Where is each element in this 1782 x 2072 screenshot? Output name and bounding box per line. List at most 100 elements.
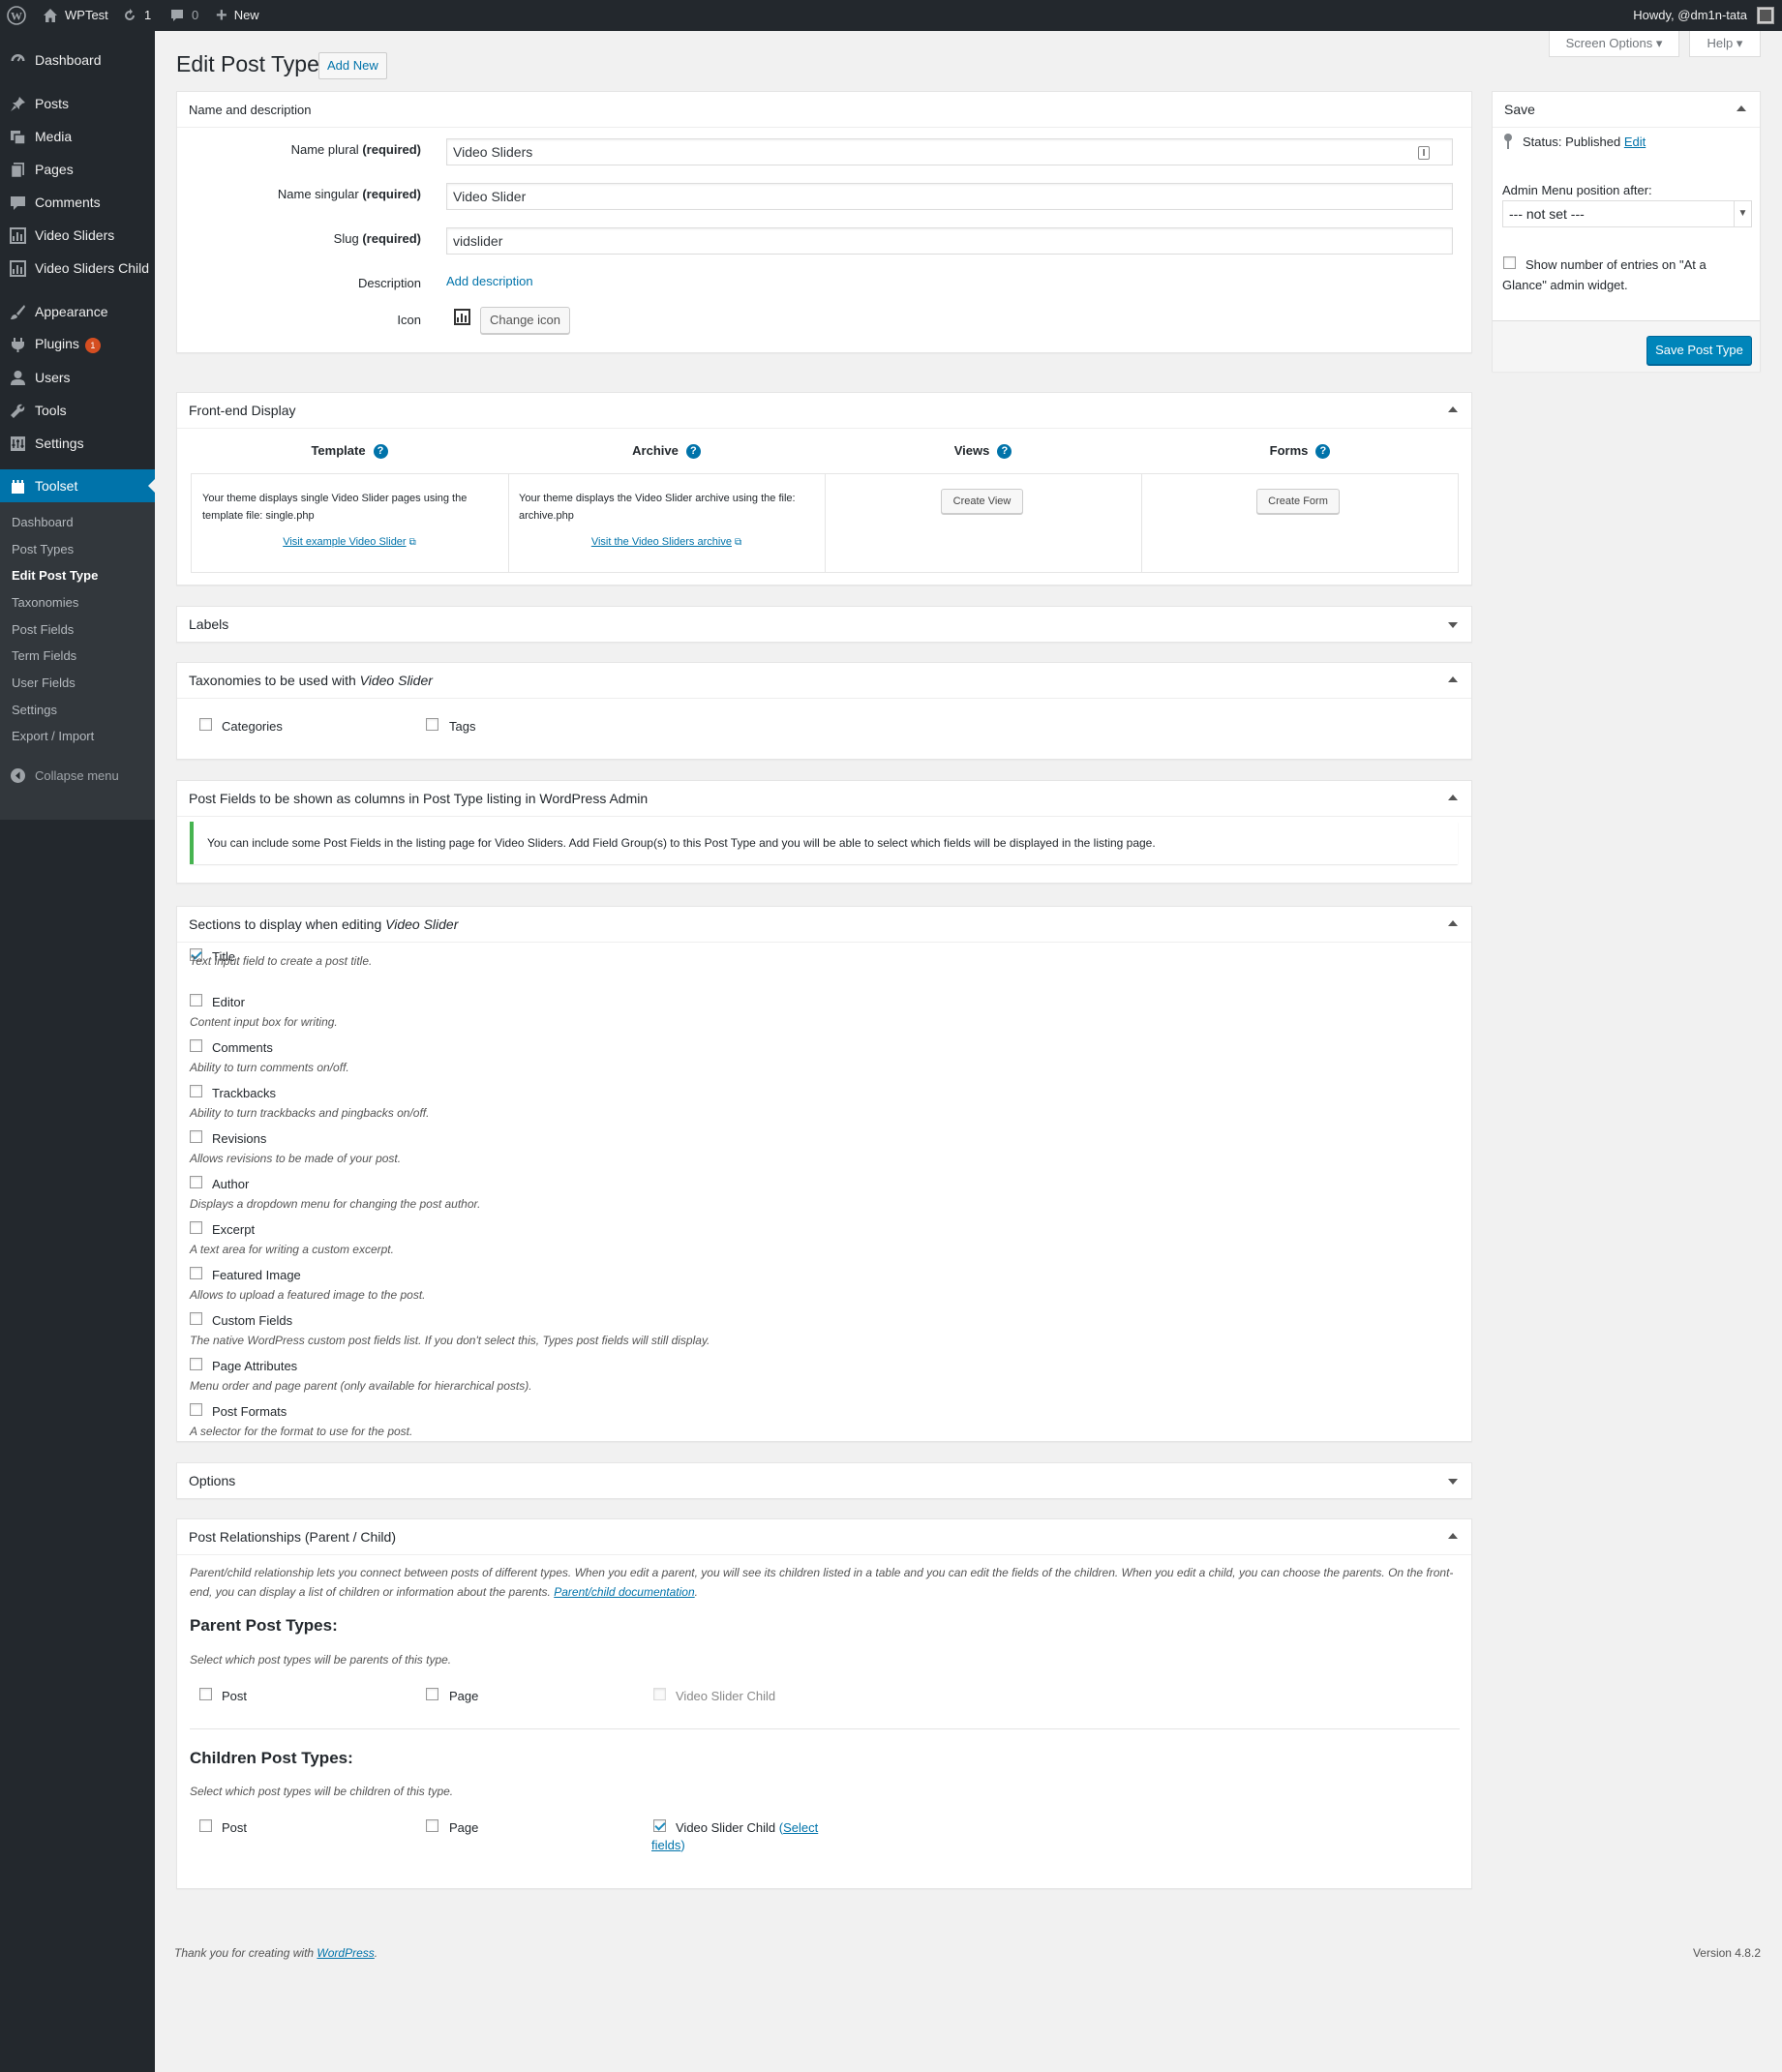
add-description-link[interactable]: Add description	[446, 274, 533, 288]
avatar[interactable]	[1757, 7, 1774, 24]
visit-archive-link[interactable]: Visit the Video Sliders archive ⧉	[508, 536, 825, 548]
wordpress-link[interactable]: WordPress	[317, 1946, 374, 1960]
section-checkbox[interactable]	[190, 1267, 202, 1279]
child-video-slider-child-checkbox[interactable]	[653, 1819, 666, 1832]
menu-item-tools[interactable]: Tools	[0, 394, 155, 427]
menu-item-video-sliders-child[interactable]: Video Sliders Child	[0, 252, 155, 285]
help-icon[interactable]: ?	[1315, 444, 1331, 460]
parent-page-checkbox[interactable]	[426, 1688, 438, 1700]
submenu-edit-post-type[interactable]: Edit Post Type	[12, 568, 98, 583]
section-checkbox[interactable]	[190, 1312, 202, 1325]
collapse-toggle[interactable]	[1448, 1533, 1458, 1539]
slug-input[interactable]: vidslider	[446, 227, 1453, 255]
submenu-user-fields[interactable]: User Fields	[12, 676, 76, 690]
parent-post-checkbox[interactable]	[199, 1688, 212, 1700]
collapse-toggle[interactable]	[1448, 920, 1458, 926]
submenu-export-import[interactable]: Export / Import	[12, 729, 94, 743]
name-plural-label: Name plural (required)	[290, 142, 421, 157]
child-post-checkbox[interactable]	[199, 1819, 212, 1832]
menu-item-plugins[interactable]: Plugins 1	[0, 328, 155, 361]
collapse-toggle[interactable]	[1737, 105, 1746, 111]
section-checkbox[interactable]	[190, 1403, 202, 1416]
name-singular-input[interactable]: Video Slider	[446, 183, 1453, 210]
new-content-link[interactable]: + New	[216, 0, 259, 31]
categories-checkbox[interactable]	[199, 718, 212, 731]
help-icon[interactable]: ?	[685, 444, 701, 460]
submenu-taxonomies[interactable]: Taxonomies	[12, 595, 78, 610]
section-checkbox[interactable]	[190, 1085, 202, 1097]
menu-item-users[interactable]: Users	[0, 361, 155, 394]
collapse-menu-button[interactable]: Collapse menu	[0, 759, 155, 792]
menu-item-media[interactable]: Media	[0, 120, 155, 153]
menu-item-dashboard[interactable]: Dashboard	[0, 44, 155, 76]
menu-item-toolset[interactable]: Toolset	[0, 469, 155, 502]
help-toggle[interactable]: Help ▾	[1689, 31, 1761, 57]
options-box[interactable]: Options	[176, 1462, 1472, 1499]
field-helper-icon[interactable]	[1418, 146, 1430, 160]
wrench-icon	[10, 403, 26, 419]
section-checkbox[interactable]	[190, 1039, 202, 1052]
section-checkbox[interactable]	[190, 1176, 202, 1188]
tags-label: Tags	[449, 719, 476, 734]
screen-options-toggle[interactable]: Screen Options ▾	[1549, 31, 1679, 57]
toolset-icon	[10, 478, 26, 495]
section-checkbox[interactable]	[190, 1358, 202, 1370]
visit-example-link[interactable]: Visit example Video Slider ⧉	[191, 536, 508, 548]
collapse-toggle[interactable]	[1448, 795, 1458, 800]
help-icon[interactable]: ?	[373, 444, 388, 460]
menu-position-select[interactable]: --- not set --- ▼	[1502, 200, 1752, 227]
labels-box[interactable]: Labels	[176, 606, 1472, 643]
section-checkbox[interactable]	[190, 1130, 202, 1143]
child-page-checkbox[interactable]	[426, 1819, 438, 1832]
parent-post-label: Post	[222, 1689, 248, 1703]
change-icon-button[interactable]: Change icon	[480, 307, 570, 334]
submenu-dashboard[interactable]: Dashboard	[12, 515, 74, 529]
collapse-toggle[interactable]	[1448, 676, 1458, 682]
help-icon[interactable]: ?	[997, 444, 1012, 460]
site-name-link[interactable]: WPTest	[43, 0, 108, 31]
section-checkbox[interactable]	[190, 994, 202, 1006]
section-checkbox[interactable]	[190, 1221, 202, 1234]
updates-link[interactable]: 1	[122, 0, 151, 31]
page-title: Edit Post Type	[176, 51, 319, 76]
section-description: Ability to turn comments on/off.	[190, 1061, 349, 1074]
menu-item-settings[interactable]: Settings	[0, 427, 155, 460]
media-icon	[10, 129, 26, 145]
submenu-term-fields[interactable]: Term Fields	[12, 648, 76, 663]
name-plural-input[interactable]: Video Sliders	[446, 138, 1453, 165]
section-description: Content input box for writing.	[190, 1015, 338, 1029]
plugin-icon	[10, 337, 26, 353]
expand-toggle[interactable]	[1448, 1479, 1458, 1485]
parent-description: Select which post types will be parents …	[190, 1653, 452, 1667]
pin-icon	[1502, 133, 1514, 150]
comments-link[interactable]: 0	[169, 0, 198, 31]
listing-page-link[interactable]: listing page for Video Sliders	[416, 836, 563, 850]
footer-thanks: Thank you for creating with WordPress.	[174, 1946, 378, 1960]
collapse-toggle[interactable]	[1448, 406, 1458, 412]
select-fields-link[interactable]: Select	[783, 1820, 818, 1835]
section-label: Excerpt	[212, 1222, 256, 1237]
create-view-button[interactable]: Create View	[941, 489, 1023, 514]
submenu-post-types[interactable]: Post Types	[12, 542, 74, 556]
submenu-post-fields[interactable]: Post Fields	[12, 622, 74, 637]
wordpress-logo-icon[interactable]: W	[7, 0, 26, 31]
edit-status-link[interactable]: Edit	[1624, 135, 1646, 149]
tags-checkbox[interactable]	[426, 718, 438, 731]
submenu-settings[interactable]: Settings	[12, 703, 57, 717]
add-new-button[interactable]: Add New	[318, 52, 387, 79]
description-label: Description	[357, 276, 421, 290]
section-label: Page Attributes	[212, 1359, 298, 1373]
menu-item-video-sliders[interactable]: Video Sliders	[0, 219, 155, 252]
relationships-intro: Parent/child relationship lets you conne…	[190, 1566, 1454, 1599]
menu-item-comments[interactable]: Comments	[0, 186, 155, 219]
save-post-type-button[interactable]: Save Post Type	[1646, 336, 1752, 365]
howdy-user-link[interactable]: Howdy, @dm1n-tata	[1633, 0, 1747, 31]
menu-item-posts[interactable]: Posts	[0, 87, 155, 120]
menu-item-pages[interactable]: Pages	[0, 153, 155, 186]
menu-item-appearance[interactable]: Appearance	[0, 295, 155, 328]
parent-video-slider-child-checkbox[interactable]	[653, 1688, 666, 1700]
expand-toggle[interactable]	[1448, 622, 1458, 628]
create-form-button[interactable]: Create Form	[1256, 489, 1340, 514]
select-fields-link-continued[interactable]: fields)	[651, 1838, 685, 1852]
documentation-link[interactable]: Parent/child documentation	[554, 1585, 694, 1599]
